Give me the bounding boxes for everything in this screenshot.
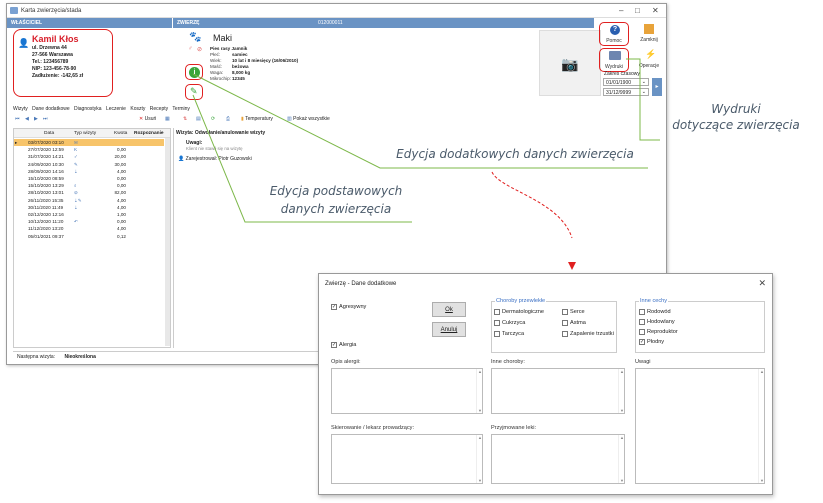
trait-breeding[interactable]: Hodowlany [639, 319, 675, 325]
allergy-desc-textarea[interactable] [331, 368, 483, 414]
allergy-label: Alergia [339, 342, 357, 348]
dialog-close-icon[interactable]: ✕ [758, 278, 766, 289]
checkmark-icon: ✓ [331, 304, 337, 310]
notes-textarea[interactable] [635, 368, 765, 484]
chronic-diseases-group: Choroby przewlekłe Dermatologiczne Serce… [491, 298, 617, 353]
chronic-heart[interactable]: Serce [562, 309, 585, 315]
arrow-line [491, 171, 573, 239]
referral-textarea[interactable] [331, 434, 483, 484]
checkmark-icon: ✓ [331, 342, 337, 348]
medications-textarea[interactable] [491, 434, 625, 484]
other-diseases-textarea[interactable] [491, 368, 625, 414]
referral-label: Skierowanie / lekarz prowadzący: [331, 425, 415, 431]
prints-callout-line [626, 58, 660, 141]
basic-callout: Edycja podstawowych danych zwierzęcia [269, 184, 403, 216]
other-traits-group: Inne cechy Rodowód Hodowlany Reproduktor… [635, 298, 765, 353]
trait-fertile[interactable]: ✓ Płodny [639, 339, 664, 345]
other-legend: Inne cechy [639, 298, 669, 304]
chronic-dermatological[interactable]: Dermatologiczne [494, 309, 544, 315]
other-diseases-label: Inne choroby: [491, 359, 525, 365]
chronic-diabetes[interactable]: Cukrzyca [494, 320, 525, 326]
dialog-title: Zwierzę - Dane dodatkowe [325, 281, 397, 287]
chronic-asthma[interactable]: Astma [562, 320, 586, 326]
notes-label: Uwagi [635, 359, 651, 365]
cancel-button[interactable]: Anuluj [432, 322, 466, 337]
trait-stud[interactable]: Reproduktor [639, 329, 678, 335]
chronic-thyroid[interactable]: Tarczyca [494, 331, 524, 337]
chronic-pancreatitis[interactable]: Zapalenie trzustki [562, 331, 614, 337]
trait-pedigree[interactable]: Rodowód [639, 309, 671, 315]
additional-callout: Edycja dodatkowych danych zwierzęcia [396, 147, 634, 161]
ok-button[interactable]: Ok [432, 302, 466, 317]
aggressive-checkbox[interactable]: ✓ Agresywny [331, 304, 366, 310]
checkmark-icon: ✓ [639, 339, 645, 345]
arrow-head [568, 262, 576, 270]
aggressive-label: Agresywny [339, 304, 367, 310]
allergy-desc-label: Opis alergii: [331, 359, 361, 365]
prints-callout: Wydruki dotyczące zwierzęcia [672, 102, 800, 132]
allergy-checkbox[interactable]: ✓ Alergia [331, 342, 356, 348]
chronic-legend: Choroby przewlekłe [495, 298, 547, 304]
additional-data-dialog: Zwierzę - Dane dodatkowe ✕ ✓ Agresywny ✓ A… [318, 273, 773, 495]
medications-label: Przyjmowane leki: [491, 425, 537, 431]
